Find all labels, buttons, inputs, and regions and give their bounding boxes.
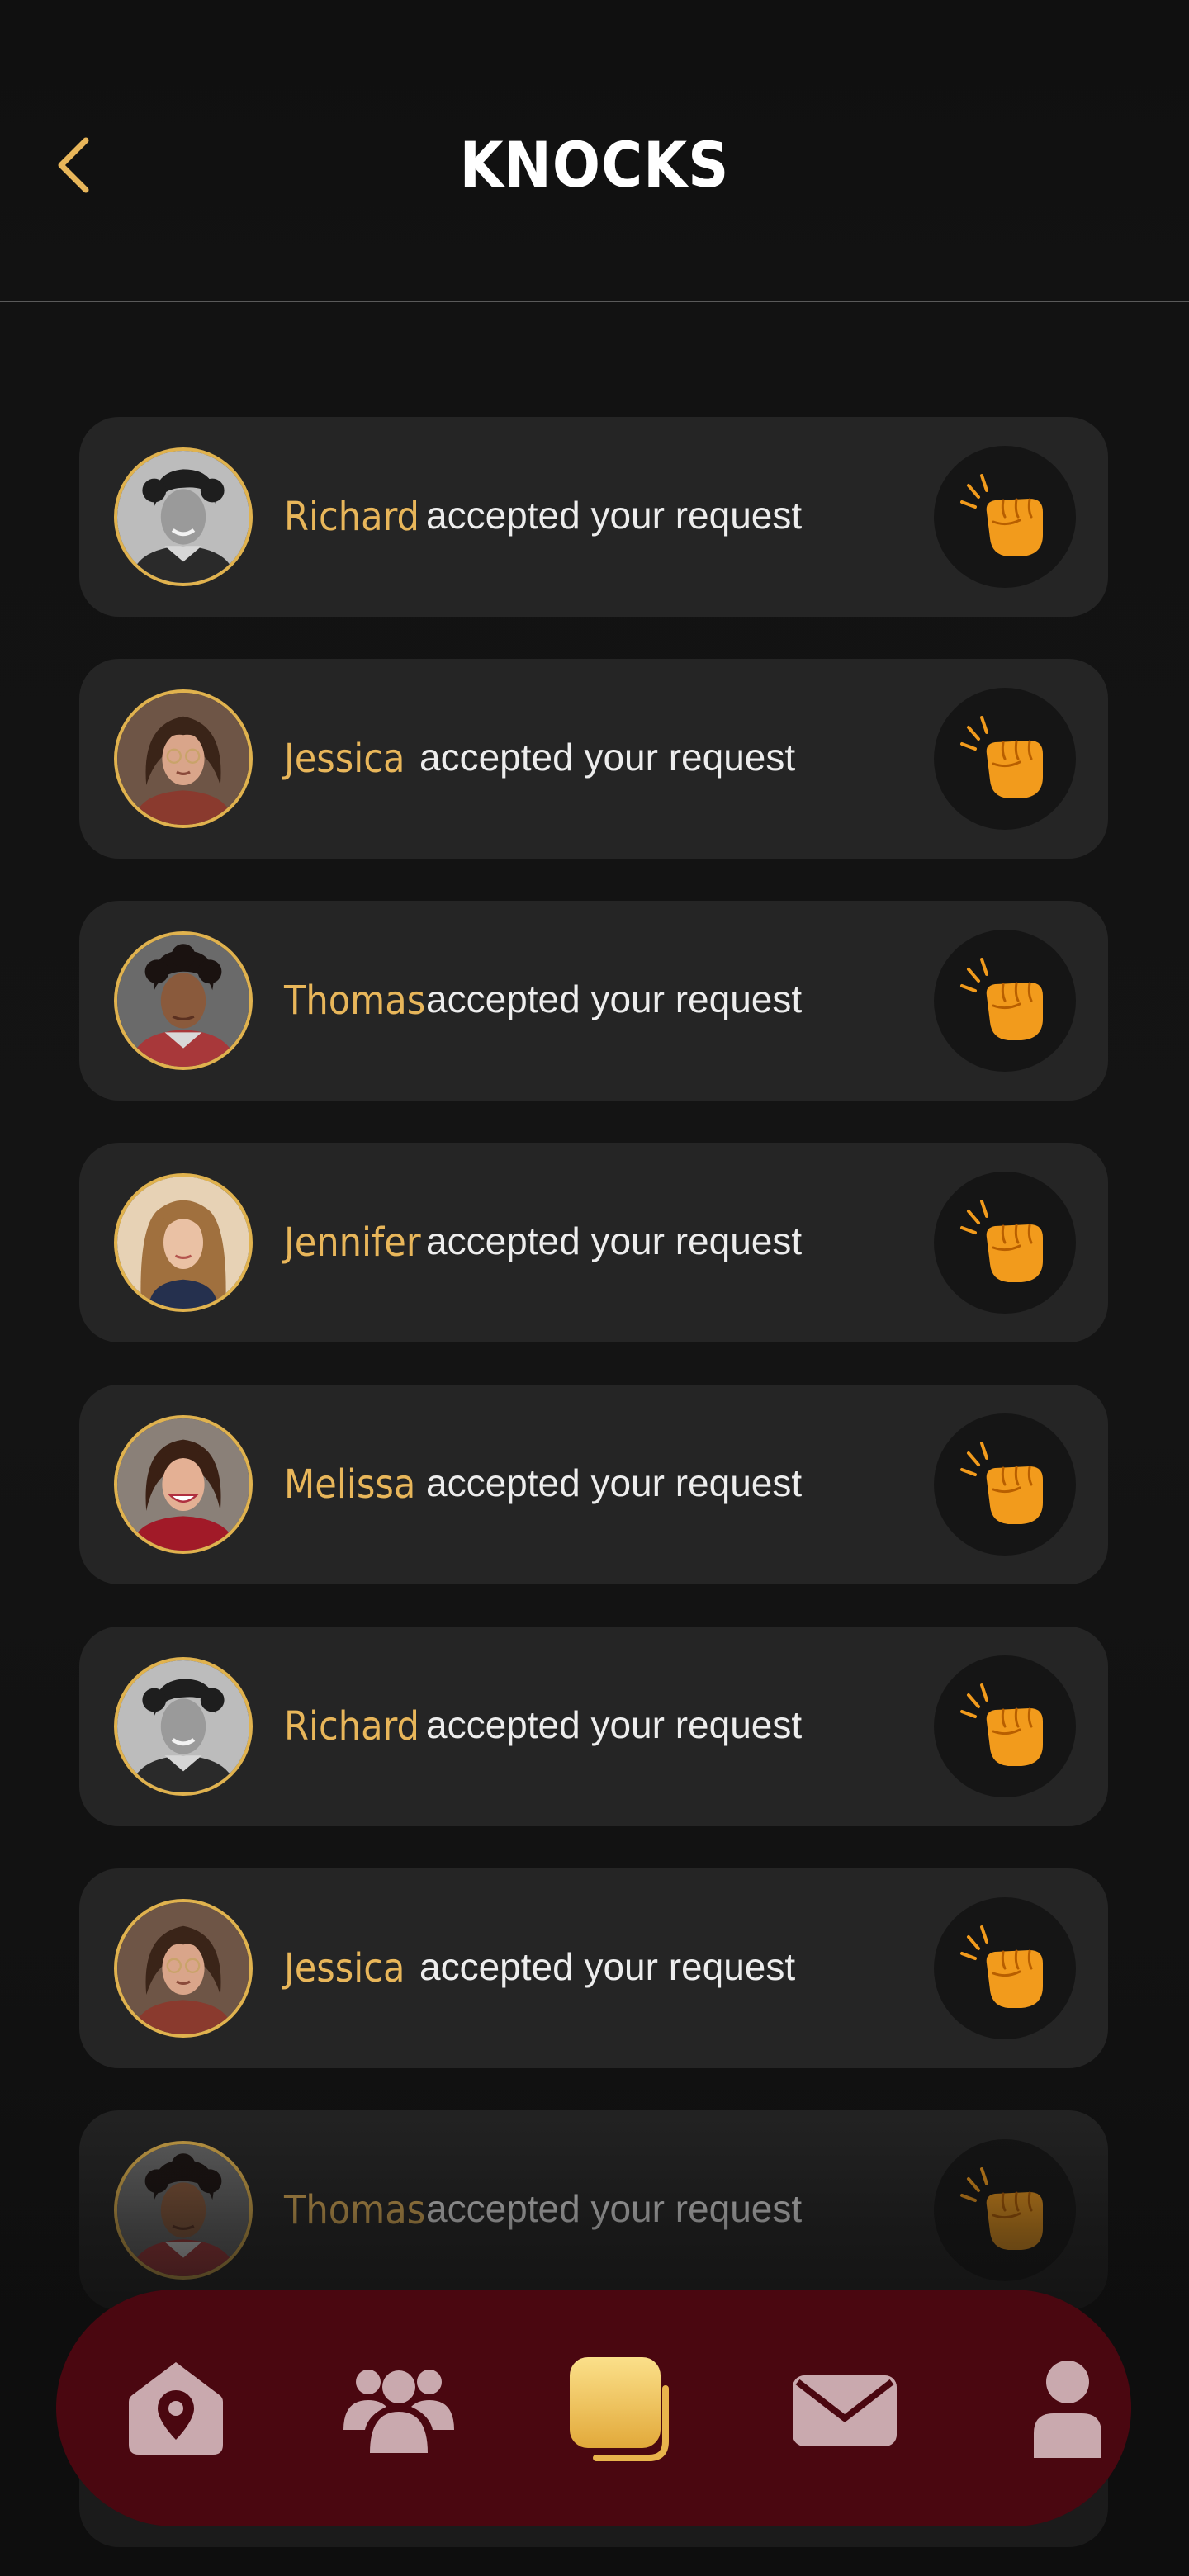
envelope-icon xyxy=(793,2375,897,2446)
cards-stack-icon xyxy=(570,2357,669,2461)
people-group-icon xyxy=(343,2370,454,2453)
knock-message: accepted your request xyxy=(426,978,803,1020)
knocking-fist-icon xyxy=(960,1442,1043,1524)
knock-user-name[interactable]: Jennifer xyxy=(284,1143,421,1342)
knock-list-item[interactable]: Richard accepted your request xyxy=(79,417,1108,617)
knock-back-button[interactable] xyxy=(934,930,1076,1072)
avatar[interactable] xyxy=(114,447,253,586)
nav-cards[interactable] xyxy=(560,2347,684,2471)
knocking-fist-icon xyxy=(960,474,1043,556)
knock-message: accepted your request xyxy=(426,1461,803,1504)
avatar[interactable] xyxy=(114,689,253,828)
knock-list-item[interactable]: Jessica accepted your request xyxy=(79,1868,1108,2068)
knock-back-button[interactable] xyxy=(934,688,1076,830)
knock-message: accepted your request xyxy=(426,1703,803,1746)
home-location-icon xyxy=(129,2362,223,2455)
knocking-fist-icon xyxy=(960,1683,1043,1766)
nav-messages[interactable] xyxy=(783,2347,907,2471)
knocking-fist-icon xyxy=(960,1925,1043,2008)
knock-back-button[interactable] xyxy=(934,1655,1076,1797)
knock-back-button[interactable] xyxy=(934,1172,1076,1314)
knock-back-button[interactable] xyxy=(934,1413,1076,1556)
page-title: KNOCKS xyxy=(459,128,730,201)
avatar[interactable] xyxy=(114,1415,253,1554)
knock-list-item[interactable]: Jessica accepted your request xyxy=(79,659,1108,859)
knock-message: accepted your request xyxy=(426,494,803,537)
knock-user-name[interactable]: Richard xyxy=(284,417,419,617)
knock-user-name[interactable]: Melissa xyxy=(284,1385,415,1584)
nav-people[interactable] xyxy=(337,2347,461,2471)
avatar[interactable] xyxy=(114,1173,253,1312)
header-divider xyxy=(0,301,1189,302)
knock-back-button[interactable] xyxy=(934,1897,1076,2039)
knock-user-name[interactable]: Thomas xyxy=(284,2110,425,2310)
knock-user-name[interactable]: Richard xyxy=(284,1627,419,1826)
knock-list-item[interactable]: Jennifer accepted your request xyxy=(79,1143,1108,1342)
bottom-nav-bar xyxy=(56,2290,1131,2526)
knock-list-item[interactable]: Richard accepted your request xyxy=(79,1627,1108,1826)
knock-back-button[interactable] xyxy=(934,2139,1076,2281)
knock-message: accepted your request xyxy=(426,2187,803,2230)
person-icon xyxy=(1034,2361,1101,2458)
knock-back-button[interactable] xyxy=(934,446,1076,588)
knock-message: accepted your request xyxy=(419,736,796,779)
avatar[interactable] xyxy=(114,2141,253,2280)
knocking-fist-icon xyxy=(960,1200,1043,1282)
knocking-fist-icon xyxy=(960,716,1043,798)
knock-list-item[interactable]: Thomas accepted your request xyxy=(79,901,1108,1101)
avatar[interactable] xyxy=(114,931,253,1070)
nav-profile[interactable] xyxy=(1006,2347,1130,2471)
knock-list-item[interactable]: Thomas accepted your request xyxy=(79,2110,1108,2310)
knock-list-item[interactable]: Melissa accepted your request xyxy=(79,1385,1108,1584)
knock-user-name[interactable]: Thomas xyxy=(284,901,425,1101)
header: KNOCKS xyxy=(0,0,1189,302)
knock-message: accepted your request xyxy=(419,1945,796,1988)
knock-user-name[interactable]: Jessica xyxy=(284,1868,405,2068)
avatar[interactable] xyxy=(114,1657,253,1796)
nav-home[interactable] xyxy=(114,2347,238,2471)
avatar[interactable] xyxy=(114,1899,253,2038)
knock-user-name[interactable]: Jessica xyxy=(284,659,405,859)
knock-message: accepted your request xyxy=(426,1219,803,1262)
knocking-fist-icon xyxy=(960,958,1043,1040)
knocking-fist-icon xyxy=(960,2167,1043,2250)
